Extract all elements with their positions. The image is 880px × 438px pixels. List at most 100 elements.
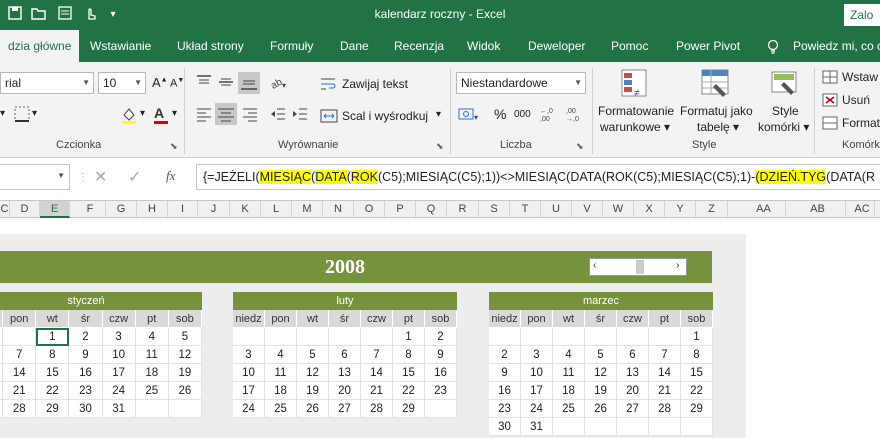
thousands-separator-button[interactable]: 000 xyxy=(514,109,531,120)
day-cell[interactable]: 7 xyxy=(361,346,393,364)
year-scrollbar[interactable]: ‹ › xyxy=(589,258,687,276)
day-cell[interactable]: 17 xyxy=(102,364,136,382)
alignment-launcher-icon[interactable]: ⬊ xyxy=(436,141,444,152)
insert-cells-icon[interactable] xyxy=(822,70,838,87)
name-box[interactable]: ▼ xyxy=(0,164,70,190)
day-cell[interactable]: 21 xyxy=(361,382,393,400)
day-cell[interactable] xyxy=(168,400,202,418)
day-cell[interactable] xyxy=(297,328,329,346)
day-cell[interactable]: 8 xyxy=(393,346,425,364)
day-cell[interactable]: 2 xyxy=(425,328,457,346)
day-cell[interactable]: 20 xyxy=(617,382,649,400)
tab-developer[interactable]: Deweloper xyxy=(528,30,585,62)
day-cell[interactable]: 14 xyxy=(361,364,393,382)
scroll-left-icon[interactable]: ‹ xyxy=(593,260,596,271)
decrease-indent-icon[interactable] xyxy=(270,106,286,125)
day-cell[interactable]: 15 xyxy=(681,364,713,382)
column-header-i[interactable]: I xyxy=(168,201,198,218)
day-cell[interactable]: 1 xyxy=(681,328,713,346)
day-cell[interactable]: 29 xyxy=(681,400,713,418)
day-cell[interactable]: 28 xyxy=(361,400,393,418)
day-cell[interactable]: 19 xyxy=(585,382,617,400)
column-header-d[interactable]: D xyxy=(10,201,40,218)
day-cell[interactable]: 19 xyxy=(168,364,202,382)
column-header-y[interactable]: Y xyxy=(665,201,696,218)
day-cell[interactable]: 6 xyxy=(329,346,361,364)
column-header-o[interactable]: O xyxy=(354,201,385,218)
tab-page-layout[interactable]: Układ strony xyxy=(177,30,244,62)
day-cell[interactable]: 29 xyxy=(393,400,425,418)
decrease-decimal-icon[interactable]: ,00 →,0 xyxy=(566,106,586,125)
scroll-right-icon[interactable]: › xyxy=(676,260,679,271)
delete-cells-icon[interactable] xyxy=(822,93,838,110)
fill-dropdown-icon[interactable]: ▾ xyxy=(140,108,145,119)
column-header-h[interactable]: H xyxy=(137,201,168,218)
day-cell[interactable]: 17 xyxy=(233,382,265,400)
align-middle-icon[interactable] xyxy=(218,74,234,93)
enter-icon[interactable]: ✓ xyxy=(128,167,141,187)
day-cell[interactable]: 13 xyxy=(617,364,649,382)
day-cell[interactable]: 9 xyxy=(425,346,457,364)
increase-decimal-icon[interactable]: ←,0,00 xyxy=(540,106,560,125)
cell-styles-icon[interactable] xyxy=(770,68,800,103)
day-cell[interactable]: 5 xyxy=(585,346,617,364)
day-cell[interactable]: 9 xyxy=(69,346,103,364)
day-cell[interactable]: 22 xyxy=(681,382,713,400)
column-header-p[interactable]: P xyxy=(385,201,416,218)
day-cell[interactable] xyxy=(425,400,457,418)
day-cell[interactable]: 20 xyxy=(329,382,361,400)
fill-color-icon[interactable] xyxy=(120,106,138,127)
day-cell[interactable]: 23 xyxy=(489,400,521,418)
day-cell[interactable]: 19 xyxy=(297,382,329,400)
day-cell[interactable]: 16 xyxy=(69,364,103,382)
column-header-s[interactable]: S xyxy=(479,201,510,218)
day-cell[interactable] xyxy=(553,328,585,346)
column-header-l[interactable]: L xyxy=(261,201,292,218)
day-cell[interactable] xyxy=(585,328,617,346)
day-cell[interactable]: 15 xyxy=(393,364,425,382)
grow-font-icon[interactable]: A▲ xyxy=(152,75,168,90)
day-cell[interactable]: 16 xyxy=(489,382,521,400)
day-cell[interactable]: 21 xyxy=(3,382,37,400)
cell-styles-label-2[interactable]: komórki ▾ xyxy=(758,120,809,134)
day-cell[interactable]: 2 xyxy=(489,346,521,364)
tab-insert[interactable]: Wstawianie xyxy=(90,30,151,62)
column-header-ac[interactable]: AC xyxy=(850,201,875,218)
format-as-table-label-2[interactable]: tabelę ▾ xyxy=(697,120,739,134)
day-cell[interactable]: 24 xyxy=(521,400,553,418)
day-cell[interactable]: 13 xyxy=(329,364,361,382)
day-cell[interactable]: 12 xyxy=(585,364,617,382)
day-cell[interactable]: 7 xyxy=(3,346,37,364)
conditional-formatting-icon[interactable]: ≠ xyxy=(620,68,650,103)
day-cell[interactable]: 18 xyxy=(553,382,585,400)
signin-button[interactable]: Zalo xyxy=(844,4,880,26)
day-cell[interactable]: 10 xyxy=(102,346,136,364)
day-cell[interactable]: 25 xyxy=(265,400,297,418)
day-cell[interactable]: 3 xyxy=(521,346,553,364)
format-cells-icon[interactable] xyxy=(822,116,838,133)
day-cell[interactable] xyxy=(265,328,297,346)
merge-center-button[interactable]: Scal i wyśrodkuj xyxy=(342,109,428,123)
day-cell[interactable]: 24 xyxy=(233,400,265,418)
underline-dropdown-icon[interactable]: ▾ xyxy=(0,108,5,119)
day-cell[interactable]: 27 xyxy=(617,400,649,418)
merge-center-icon[interactable] xyxy=(320,108,338,127)
column-header-u[interactable]: U xyxy=(541,201,572,218)
day-cell[interactable]: 23 xyxy=(425,382,457,400)
tab-home[interactable]: dzia główne xyxy=(0,30,80,62)
wrap-text-button[interactable]: Zawijaj tekst xyxy=(342,77,408,91)
orientation-icon[interactable]: ab ▾ xyxy=(269,74,288,93)
day-cell[interactable]: 2 xyxy=(69,328,103,346)
shrink-font-icon[interactable]: A▼ xyxy=(170,77,184,90)
day-cell[interactable]: 11 xyxy=(135,346,169,364)
day-cell[interactable]: 7 xyxy=(649,346,681,364)
day-cell[interactable]: 8 xyxy=(36,346,70,364)
day-cell[interactable]: 18 xyxy=(135,364,169,382)
merge-dropdown-icon[interactable]: ▾ xyxy=(436,109,441,120)
cancel-icon[interactable]: ✕ xyxy=(94,167,107,187)
font-size-select[interactable]: 10 ▼ xyxy=(98,72,146,94)
day-cell[interactable] xyxy=(585,418,617,436)
column-header-c[interactable]: C xyxy=(0,201,10,218)
number-format-select[interactable]: Niestandardowe ▼ xyxy=(456,72,586,94)
day-cell[interactable] xyxy=(329,328,361,346)
